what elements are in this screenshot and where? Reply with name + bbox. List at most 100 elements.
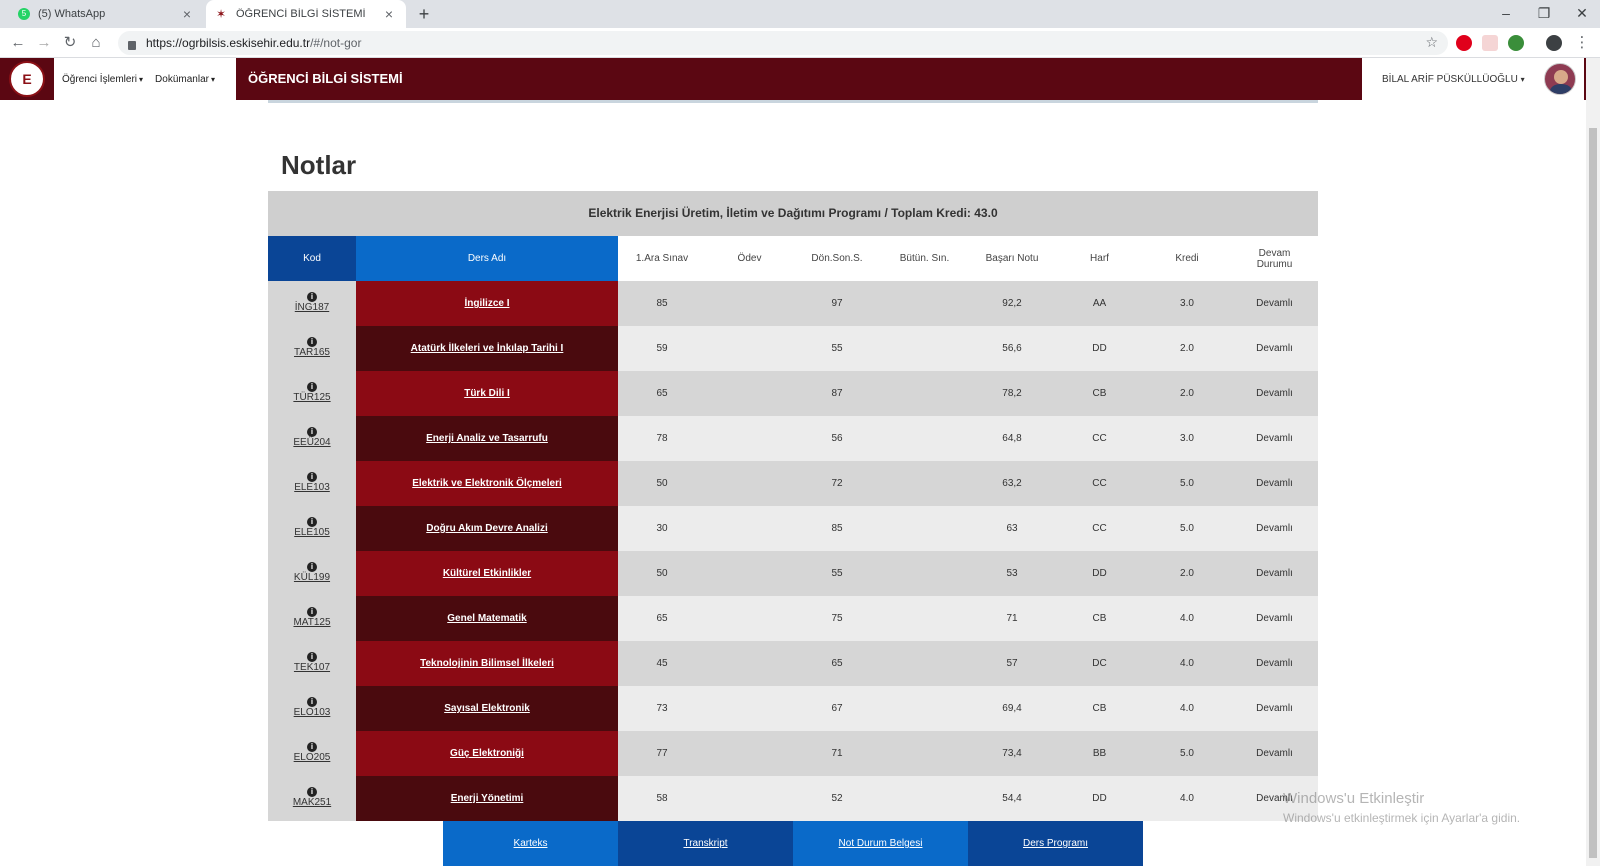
menu-ogrenci-islemleri[interactable]: Öğrenci İşlemleri ▾: [62, 74, 143, 85]
cell-odev: [706, 551, 793, 596]
address-bar[interactable]: https://ogrbilsis.eskisehir.edu.tr/#/not…: [118, 31, 1448, 55]
course-name-link[interactable]: Enerji Analiz ve Tasarrufu: [356, 416, 618, 461]
course-code-link[interactable]: TEK107: [268, 662, 356, 673]
cell-don-son: 71: [831, 748, 843, 759]
cell-butunleme: [881, 551, 968, 596]
ders-programi-button[interactable]: Ders Programı: [968, 821, 1143, 866]
cell-ara-sinav: 59: [656, 343, 668, 354]
cell-basari-notu: 63,2: [1002, 478, 1022, 489]
cell-don-son: 72: [831, 478, 843, 489]
not-durum-belgesi-button[interactable]: Not Durum Belgesi: [793, 821, 968, 866]
table-row: i TEK107 Teknolojinin Bilimsel İlkeleri 45 6…: [268, 641, 1318, 686]
info-icon[interactable]: i: [307, 382, 317, 392]
home-icon[interactable]: ⌂: [86, 33, 106, 53]
course-code-link[interactable]: MAK251: [268, 797, 356, 808]
reload-icon[interactable]: ↻: [60, 33, 80, 53]
course-name-link[interactable]: Doğru Akım Devre Analizi: [356, 506, 618, 551]
course-name-link[interactable]: Kültürel Etkinlikler: [356, 551, 618, 596]
course-code-link[interactable]: KÜL199: [268, 572, 356, 583]
info-icon[interactable]: i: [307, 562, 317, 572]
page-scrollbar[interactable]: [1586, 58, 1600, 866]
cell-kredi: 5.0: [1180, 478, 1194, 489]
minimize-button[interactable]: –: [1488, 0, 1524, 28]
course-name-link[interactable]: Atatürk İlkeleri ve İnkılap Tarihi I: [356, 326, 618, 371]
course-code-link[interactable]: ELE103: [268, 482, 356, 493]
grade-cells: 59 55 56,6 DD 2.0 Devamlı: [618, 326, 1318, 371]
info-icon[interactable]: i: [307, 652, 317, 662]
close-icon[interactable]: ×: [382, 6, 396, 22]
course-code-link[interactable]: ELE105: [268, 527, 356, 538]
cell-basari-notu: 69,4: [1002, 703, 1022, 714]
restore-button[interactable]: ❐: [1526, 0, 1562, 28]
info-icon[interactable]: i: [307, 787, 317, 797]
menu-dokumanlar[interactable]: Dokümanlar ▾: [155, 74, 215, 85]
cell-kod: i MAT125: [268, 596, 356, 641]
tab-obs[interactable]: ✶ ÖĞRENCİ BİLGİ SİSTEMİ ×: [206, 0, 406, 28]
info-icon[interactable]: i: [307, 472, 317, 482]
course-name-link[interactable]: Teknolojinin Bilimsel İlkeleri: [356, 641, 618, 686]
scrollbar-thumb[interactable]: [1589, 128, 1597, 858]
course-name-link[interactable]: Türk Dili I: [356, 371, 618, 416]
cell-don-son: 52: [831, 793, 843, 804]
grade-cells: 85 97 92,2 AA 3.0 Devamlı: [618, 281, 1318, 326]
cell-kod: i TAR165: [268, 326, 356, 371]
vpn-extension-icon[interactable]: [1508, 35, 1524, 51]
course-name-link[interactable]: Elektrik ve Elektronik Ölçmeleri: [356, 461, 618, 506]
course-code-link[interactable]: ELO205: [268, 752, 356, 763]
whatsapp-icon: 5: [18, 8, 30, 20]
transkript-button[interactable]: Transkript: [618, 821, 793, 866]
cell-basari-notu: 71: [1006, 613, 1018, 624]
cell-harf: AA: [1092, 298, 1107, 309]
window-close-button[interactable]: ✕: [1564, 0, 1600, 28]
cell-butunleme: [881, 641, 968, 686]
column-header-ara-sinav: 1.Ara Sınav: [635, 253, 689, 264]
cell-kredi: 2.0: [1180, 343, 1194, 354]
cell-butunleme: [881, 686, 968, 731]
info-icon[interactable]: i: [307, 517, 317, 527]
info-icon[interactable]: i: [307, 697, 317, 707]
info-icon[interactable]: i: [307, 607, 317, 617]
cell-kod: i TÜR125: [268, 371, 356, 416]
cell-kod: i EEÜ204: [268, 416, 356, 461]
course-name-link[interactable]: Sayısal Elektronik: [356, 686, 618, 731]
user-menu[interactable]: BİLAL ARİF PÜSKÜLLÜOĞLU ▾: [1362, 58, 1584, 100]
course-code-link[interactable]: İNG187: [268, 302, 356, 313]
course-code-link[interactable]: TAR165: [268, 347, 356, 358]
column-header-odev: Ödev: [737, 253, 762, 264]
forward-arrow-icon[interactable]: →: [34, 33, 54, 53]
course-name-link[interactable]: Enerji Yönetimi: [356, 776, 618, 821]
opera-extension-icon[interactable]: [1456, 35, 1472, 51]
karteks-button[interactable]: Karteks: [443, 821, 618, 866]
course-code-link[interactable]: TÜR125: [268, 392, 356, 403]
cell-odev: [706, 596, 793, 641]
course-name-link[interactable]: Genel Matematik: [356, 596, 618, 641]
translate-extension-icon[interactable]: [1482, 35, 1498, 51]
course-code-link[interactable]: ELO103: [268, 707, 356, 718]
tab-whatsapp[interactable]: 5 (5) WhatsApp ×: [8, 0, 204, 28]
profile-icon[interactable]: [1546, 35, 1562, 51]
cell-kredi: 5.0: [1180, 523, 1194, 534]
cell-don-son: 75: [831, 613, 843, 624]
grade-cells: 78 56 64,8 CC 3.0 Devamlı: [618, 416, 1318, 461]
course-code-link[interactable]: MAT125: [268, 617, 356, 628]
info-icon[interactable]: i: [307, 292, 317, 302]
cell-kredi: 3.0: [1180, 433, 1194, 444]
chevron-down-icon: ▾: [210, 74, 215, 84]
course-code-link[interactable]: EEÜ204: [268, 437, 356, 448]
course-name-link[interactable]: İngilizce I: [356, 281, 618, 326]
info-icon[interactable]: i: [307, 427, 317, 437]
info-icon[interactable]: i: [307, 337, 317, 347]
star-icon[interactable]: ☆: [1425, 34, 1438, 51]
new-tab-button[interactable]: +: [414, 4, 434, 24]
back-arrow-icon[interactable]: ←: [8, 33, 28, 53]
menu-kebab-icon[interactable]: ⋮: [1572, 33, 1592, 53]
cell-harf: CB: [1092, 388, 1107, 399]
cell-ara-sinav: 65: [656, 388, 668, 399]
university-logo-icon[interactable]: E: [9, 61, 45, 97]
cell-ara-sinav: 65: [656, 613, 668, 624]
cell-harf: CB: [1092, 613, 1107, 624]
avatar[interactable]: [1544, 63, 1576, 95]
course-name-link[interactable]: Güç Elektroniği: [356, 731, 618, 776]
close-icon[interactable]: ×: [180, 6, 194, 22]
info-icon[interactable]: i: [307, 742, 317, 752]
